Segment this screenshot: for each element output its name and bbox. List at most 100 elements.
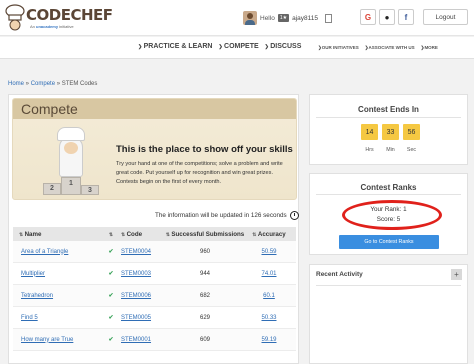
nav-our-initiatives[interactable]: OUR INITIATIVES	[318, 45, 359, 51]
contest-ends-card: Contest Ends In 14 33 56 Hrs Min Sec	[309, 94, 468, 165]
breadcrumb-compete[interactable]: Compete	[31, 81, 55, 87]
accuracy-link[interactable]: 50.33	[245, 315, 293, 321]
timer-seconds-label: Sec	[406, 147, 417, 153]
banner-header: Compete	[13, 99, 296, 119]
divider	[316, 285, 461, 286]
table-row: Tetrahedron ✔ STEM0006 682 60.1	[13, 285, 296, 307]
nav-more[interactable]: MORE	[421, 45, 438, 51]
social-links: G ● f	[360, 9, 414, 25]
breadcrumb-separator: »	[24, 81, 31, 87]
accuracy-link[interactable]: 60.1	[245, 293, 293, 299]
problem-name-link[interactable]: How many are True	[13, 337, 101, 343]
nav-secondary-links: OUR INITIATIVES ASSOCIATE WITH US MORE	[318, 45, 438, 51]
breadcrumb-separator: »	[55, 81, 62, 87]
problem-name-link[interactable]: Find 5	[13, 315, 101, 321]
nav-main-links: PRACTICE & LEARN COMPETE DISCUSS	[138, 43, 302, 50]
timer-hours: 14	[361, 124, 378, 140]
main-nav: PRACTICE & LEARN COMPETE DISCUSS OUR INI…	[0, 37, 474, 59]
username-link[interactable]: ajay8115	[292, 15, 318, 22]
divider	[316, 117, 461, 118]
table-row: Area of a Triangle ✔ STEM0004 960 50.59	[13, 241, 296, 263]
contest-ranks-card: Contest Ranks Your Rank: 1 Score: 5 Go t…	[309, 173, 468, 255]
solved-check-icon: ✔	[108, 249, 114, 255]
nav-compete[interactable]: COMPETE	[218, 43, 259, 50]
codechef-logo[interactable]: CODECHEF An unacademy initiative	[4, 4, 113, 32]
sort-icon: ⇅	[108, 231, 114, 238]
expand-plus-icon[interactable]: +	[451, 269, 462, 280]
logo-subtitle: An unacademy initiative	[30, 24, 74, 29]
banner-heading: This is the place to show off your skill…	[116, 144, 293, 155]
problem-code-link[interactable]: STEM0003	[121, 271, 165, 277]
github-icon[interactable]: ●	[379, 9, 395, 25]
solved-check-icon: ✔	[108, 271, 114, 277]
accuracy-link[interactable]: 74.01	[245, 271, 293, 277]
nav-associate-with-us[interactable]: ASSOCIATE WITH US	[365, 45, 414, 51]
facebook-icon[interactable]: f	[398, 9, 414, 25]
breadcrumb: Home » Compete » STEM Codes	[8, 81, 97, 87]
recent-activity-card: Recent Activity +	[309, 264, 468, 364]
successful-submissions: 629	[199, 314, 210, 321]
contest-ranks-title: Contest Ranks	[360, 183, 417, 192]
accuracy-link[interactable]: 59.19	[245, 337, 293, 343]
successful-submissions: 960	[199, 248, 210, 255]
header-tick: ⇅	[101, 231, 121, 238]
chef-hat-icon	[5, 4, 25, 31]
problems-table: ⇅ Name ⇅ ⇅ Code ⇅ Successful Submissions…	[13, 227, 296, 351]
nav-practice-learn[interactable]: PRACTICE & LEARN	[138, 43, 213, 50]
accuracy-link[interactable]: 50.59	[245, 249, 293, 255]
timer-minutes: 33	[382, 124, 399, 140]
chef-face	[64, 142, 78, 154]
solved-check-icon: ✔	[108, 337, 114, 343]
successful-submissions: 944	[199, 270, 210, 277]
update-info: The information will be updated in 126 s…	[155, 211, 299, 220]
problem-name-link[interactable]: Multiplier	[13, 271, 101, 277]
podium-third: 3	[81, 185, 99, 195]
podium-first: 1	[61, 177, 81, 195]
countdown-timer: 14 33 56	[361, 124, 420, 140]
banner-title: Compete	[21, 101, 78, 117]
problem-name-link[interactable]: Area of a Triangle	[13, 249, 101, 255]
table-row: Find 5 ✔ STEM0005 629 50.33	[13, 307, 296, 329]
banner-description: Try your hand at one of the competitions…	[116, 161, 283, 185]
hello-label: Hello	[260, 14, 275, 22]
logo-text: CODECHEF	[26, 6, 113, 24]
successful-submissions: 682	[199, 292, 210, 299]
table-header: ⇅ Name ⇅ ⇅ Code ⇅ Successful Submissions…	[13, 227, 296, 241]
recent-activity-title: Recent Activity	[316, 271, 363, 278]
table-row: How many are True ✔ STEM0001 609 59.19	[13, 329, 296, 351]
problem-code-link[interactable]: STEM0004	[121, 249, 165, 255]
divider	[316, 194, 461, 195]
top-header: CODECHEF An unacademy initiative Hello 1…	[0, 0, 474, 36]
user-info: Hello 1★ ajay8115	[243, 10, 332, 26]
timer-seconds: 56	[403, 124, 420, 140]
solved-check-icon: ✔	[108, 315, 114, 321]
breadcrumb-home[interactable]: Home	[8, 81, 24, 87]
problem-name-link[interactable]: Tetrahedron	[13, 293, 101, 299]
successful-submissions: 609	[199, 336, 210, 343]
go-to-contest-ranks-button[interactable]: Go to Contest Ranks	[339, 235, 439, 249]
header-successful-submissions[interactable]: ⇅ Successful Submissions	[165, 231, 245, 238]
solved-check-icon: ✔	[108, 293, 114, 299]
avatar[interactable]	[243, 11, 257, 25]
clock-icon	[289, 211, 299, 220]
google-icon[interactable]: G	[360, 9, 376, 25]
problem-code-link[interactable]: STEM0005	[121, 315, 165, 321]
problem-code-link[interactable]: STEM0006	[121, 293, 165, 299]
timer-hours-label: Hrs	[365, 147, 374, 153]
compete-banner: Compete 2 1 3 This is the place to show …	[12, 98, 297, 200]
breadcrumb-current: STEM Codes	[61, 81, 98, 87]
header-name[interactable]: ⇅ Name	[13, 231, 101, 238]
problem-code-link[interactable]: STEM0001	[121, 337, 165, 343]
header-accuracy[interactable]: ⇅ Accuracy	[245, 231, 293, 238]
red-highlight-oval	[342, 200, 442, 230]
contest-card: Compete 2 1 3 This is the place to show …	[8, 94, 299, 364]
timer-minutes-label: Min	[386, 147, 395, 153]
table-row: Multiplier ✔ STEM0003 944 74.01	[13, 263, 296, 285]
chef-hat-icon	[57, 127, 85, 141]
logout-button[interactable]: Logout	[423, 9, 468, 25]
podium-second: 2	[43, 183, 61, 195]
header-code[interactable]: ⇅ Code	[121, 231, 165, 238]
contest-ends-title: Contest Ends In	[358, 105, 419, 114]
document-icon[interactable]	[324, 13, 332, 23]
nav-discuss[interactable]: DISCUSS	[265, 43, 301, 50]
